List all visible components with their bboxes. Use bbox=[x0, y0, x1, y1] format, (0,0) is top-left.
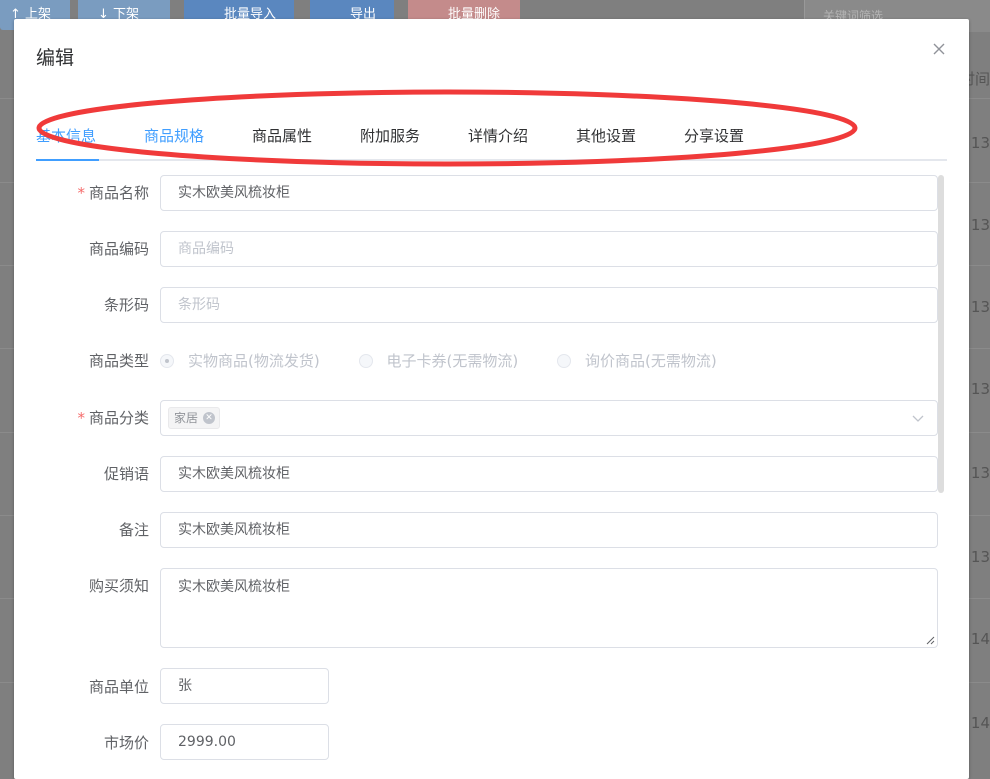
promo-input[interactable]: 实木欧美风梳妆柜 bbox=[160, 456, 938, 492]
required-mark: * bbox=[77, 409, 85, 427]
radio-unchecked-icon bbox=[358, 353, 373, 368]
category-tag: 家居 ✕ bbox=[168, 407, 221, 429]
remark-input[interactable]: 实木欧美风梳妆柜 bbox=[160, 512, 938, 548]
radio-inquiry[interactable]: 询价商品(无需物流) bbox=[557, 350, 717, 371]
required-mark: * bbox=[77, 184, 85, 202]
barcode-input[interactable]: 条形码 bbox=[160, 287, 938, 323]
bg-row-time: 13 bbox=[970, 134, 990, 152]
chevron-down-icon bbox=[912, 415, 924, 422]
remark-label: 备注 bbox=[118, 521, 149, 539]
category-label: * 商品分类 bbox=[77, 409, 149, 427]
purchase-notice-textarea[interactable]: 实木欧美风梳妆柜 bbox=[160, 568, 938, 648]
barcode-label: 条形码 bbox=[103, 296, 149, 314]
name-label: * 商品名称 bbox=[77, 184, 149, 202]
bg-row-time: 13 bbox=[970, 216, 990, 234]
radio-ecard[interactable]: 电子卡券(无需物流) bbox=[358, 350, 518, 371]
resize-grip-icon[interactable] bbox=[925, 635, 935, 645]
tab-share-settings[interactable]: 分享设置 bbox=[684, 125, 744, 146]
tab-attributes[interactable]: 商品属性 bbox=[252, 125, 312, 146]
unit-input[interactable]: 张 bbox=[160, 668, 329, 704]
bg-row-time: 13 bbox=[970, 380, 990, 398]
product-code-input[interactable]: 商品编码 bbox=[160, 231, 938, 267]
product-name-input[interactable]: 实木欧美风梳妆柜 bbox=[160, 175, 938, 211]
tab-bar: 基本信息 商品规格 商品属性 附加服务 详情介绍 其他设置 分享设置 bbox=[36, 119, 947, 161]
market-price-input[interactable]: 2999.00 bbox=[160, 724, 329, 760]
tab-spec[interactable]: 商品规格 bbox=[144, 125, 204, 146]
product-type-radio-group: 实物商品(物流发货) 电子卡券(无需物流) 询价商品(无需物流) bbox=[160, 350, 751, 372]
category-select[interactable]: 家居 ✕ bbox=[160, 400, 938, 436]
close-icon[interactable] bbox=[931, 41, 947, 57]
type-label: 商品类型 bbox=[88, 352, 149, 370]
dialog-title: 编辑 bbox=[36, 47, 75, 69]
active-tab-indicator bbox=[36, 159, 99, 161]
tab-details[interactable]: 详情介绍 bbox=[468, 125, 528, 146]
tab-other-settings[interactable]: 其他设置 bbox=[576, 125, 636, 146]
radio-checked-icon bbox=[160, 353, 174, 368]
edit-dialog: 编辑 基本信息 商品规格 商品属性 附加服务 详情介绍 其他设置 分享设置 * 商… bbox=[14, 19, 969, 779]
promo-label: 促销语 bbox=[103, 465, 149, 483]
radio-unchecked-icon bbox=[557, 353, 571, 368]
unit-label: 商品单位 bbox=[88, 678, 149, 696]
form-scrollbar[interactable] bbox=[938, 175, 944, 493]
tab-basic-info[interactable]: 基本信息 bbox=[36, 125, 96, 146]
bg-row-time: 14 bbox=[970, 630, 990, 648]
market-price-label: 市场价 bbox=[103, 734, 149, 752]
radio-physical[interactable]: 实物商品(物流发货) bbox=[160, 350, 320, 371]
bg-row-time: 13 bbox=[970, 548, 990, 566]
bg-row-time: 13 bbox=[970, 464, 990, 482]
code-label: 商品编码 bbox=[88, 240, 149, 258]
bg-row-time: 14 bbox=[970, 714, 990, 732]
tab-extra-services[interactable]: 附加服务 bbox=[360, 125, 420, 146]
notice-label: 购买须知 bbox=[88, 577, 149, 595]
tag-close-icon[interactable]: ✕ bbox=[203, 412, 216, 424]
bg-row-time: 13 bbox=[970, 298, 990, 316]
